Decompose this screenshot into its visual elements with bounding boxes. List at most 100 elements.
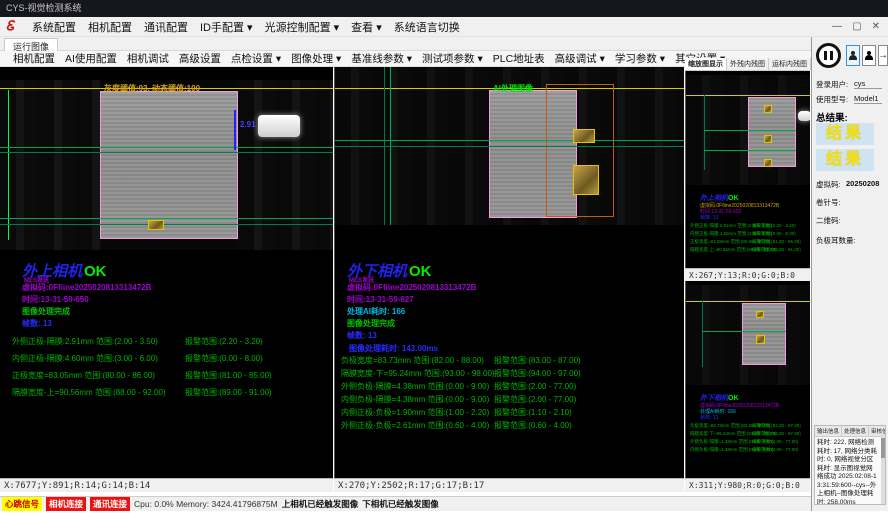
measure-row: 内侧正极-隔膜:4.60mm 范围:(3.00 - 6.00)报警范围:(0.0… bbox=[690, 231, 796, 237]
measure-row: 内侧负极-隔膜=4.38mm 范围:(0.00 - 9.00)报警范围:(2.0… bbox=[690, 447, 798, 453]
pause-icon bbox=[824, 51, 827, 60]
measure-row: 隔膜宽度-下=95.24mm 范围:(93.00 - 98.00) 报警范围:(… bbox=[341, 368, 581, 379]
tool-item-camera-debug[interactable]: 相机调试 bbox=[122, 51, 174, 66]
measure-line-4 bbox=[0, 224, 333, 225]
tab-zoom-display[interactable]: 缩放图显示 bbox=[685, 58, 727, 70]
tab-outer-defect[interactable]: 外残内残图 bbox=[727, 58, 769, 70]
menu-item-light-config[interactable]: 光源控制配置 ▾ bbox=[259, 19, 346, 35]
cpu-memory-text: Cpu: 0.0% Memory: 3424.41796875M bbox=[134, 499, 278, 509]
tab-run-image[interactable]: 运行图像 bbox=[4, 38, 58, 51]
alarm-text: 报警范围:(0.60 - 4.00) bbox=[494, 420, 572, 431]
measure-row: 外侧正极-隔膜:2.91mm 范围:(2.00 - 3.50)报警范围:(2.2… bbox=[690, 223, 796, 229]
close-icon[interactable]: ✕ bbox=[872, 21, 880, 32]
operator-icon bbox=[865, 51, 873, 61]
title-bar: CYS-视觉检测系统 bbox=[0, 0, 888, 17]
tab-mark-defect[interactable]: 运标内残图 bbox=[769, 58, 811, 70]
menu-item-camera-config[interactable]: 相机配置 bbox=[82, 19, 138, 35]
alarm-text: 报警范围:(0.00 - 8.00) bbox=[185, 353, 263, 364]
heartbeat-badge: 心跳信号 bbox=[2, 497, 42, 511]
frame-line: 帧数: 13 bbox=[700, 214, 718, 221]
measure-bracket-blue bbox=[234, 110, 237, 150]
upper-zoom-image[interactable] bbox=[686, 75, 810, 185]
user-button[interactable] bbox=[846, 45, 860, 66]
tool-item-spot-check[interactable]: 点检设置 ▾ bbox=[226, 51, 286, 66]
measure-line-1 bbox=[0, 147, 333, 148]
tab-marker-1 bbox=[764, 105, 772, 113]
measure-text: 外侧正极-隔膜:2.91mm 范围:(2.00 - 3.50) bbox=[690, 223, 752, 229]
lower-camera-coords: X:270;Y:2502;R:17;G:17;B:17 bbox=[334, 478, 684, 492]
app-window: CYS-视觉检测系统 Ꮛ 系统配置 相机配置 通讯配置 ID手配置 ▾ 光源控制… bbox=[0, 0, 888, 522]
operator-button[interactable] bbox=[862, 45, 876, 66]
pause-button[interactable] bbox=[816, 43, 841, 68]
measure-text: 正极宽度=83.05mm 范围:(80.00 - 86.00) bbox=[690, 239, 752, 245]
tool-item-baseline-params[interactable]: 基准线参数 ▾ bbox=[346, 51, 417, 66]
menu-item-comm-config[interactable]: 通讯配置 bbox=[138, 19, 194, 35]
measure-text: 内侧正极-隔膜:4.60mm 范围:(3.00 - 6.00) bbox=[12, 353, 185, 364]
total-result-label: 总结果: bbox=[816, 110, 848, 124]
tool-item-learning-params[interactable]: 学习参数 ▾ bbox=[610, 51, 670, 66]
tool-item-advanced-debug[interactable]: 高级调试 ▾ bbox=[550, 51, 610, 66]
exit-icon: → bbox=[878, 50, 888, 61]
upper-zoom-view: 外上相机OK 虚拟码:0Ffiine2025020813313472B 时间:1… bbox=[685, 71, 810, 268]
lower-zoom-view: 外下相机OK 虚拟码:0Ffiine2025020813313472B 处理AI… bbox=[685, 281, 810, 478]
window-title: CYS-视觉检测系统 bbox=[6, 3, 82, 13]
scrollbar-thumb[interactable] bbox=[881, 438, 885, 458]
electrode-sheet bbox=[748, 97, 796, 167]
separator-roller bbox=[798, 111, 810, 121]
measure-text: 外侧正极-隔膜:2.91mm 范围:(2.00 - 3.50) bbox=[12, 336, 185, 347]
tool-item-plc-address[interactable]: PLC地址表 bbox=[488, 51, 550, 66]
needle-label: 卷针号: bbox=[816, 197, 841, 208]
alarm-text: 报警范围:(2.00 - 77.00) bbox=[752, 439, 798, 445]
maximize-icon[interactable]: ▢ bbox=[852, 21, 861, 32]
tool-item-image-processing[interactable]: 图像处理 ▾ bbox=[286, 51, 346, 66]
exit-button[interactable]: → bbox=[878, 45, 888, 66]
model-value: Model1 bbox=[854, 94, 882, 104]
electrode-sheet bbox=[100, 91, 238, 239]
measure-line-1 bbox=[702, 331, 786, 332]
frame-line: 帧数: 13 bbox=[700, 414, 718, 421]
measure-text: 外侧负极-隔膜=4.38mm 范围:(0.00 - 9.00) bbox=[341, 381, 494, 392]
tab-output-info[interactable]: 输出信息 bbox=[815, 426, 842, 436]
menu-item-system-config[interactable]: 系统配置 bbox=[26, 19, 82, 35]
login-user-value: cys bbox=[854, 79, 882, 89]
tool-item-camera-config[interactable]: 相机配置 bbox=[8, 51, 60, 66]
alarm-text: 报警范围:(83.00 - 87.00) bbox=[752, 423, 801, 429]
qr-label: 二维码: bbox=[816, 215, 841, 226]
log-text: 耗时: 222, 网络检测耗时: 17, 网络分类耗时: 0, 网络视觉分区耗时… bbox=[815, 437, 885, 505]
lower-zoom-image[interactable] bbox=[686, 285, 810, 385]
log-box[interactable]: 输出信息 处理信息 审核信息 耗时: 222, 网络检测耗时: 17, 网络分类… bbox=[814, 425, 886, 505]
electrode-sheet bbox=[742, 303, 786, 365]
log-scrollbar[interactable] bbox=[881, 434, 885, 504]
baseline-yellow bbox=[686, 301, 810, 302]
measure-row: 隔膜宽度-上=90.56mm 范围:(88.00 - 92.00) 报警范围:(… bbox=[12, 387, 272, 398]
tab-marker-1 bbox=[756, 311, 764, 318]
alarm-text: 报警范围:(0.00 - 8.00) bbox=[752, 231, 796, 237]
tool-item-test-params[interactable]: 测试项参数 ▾ bbox=[417, 51, 488, 66]
minimize-icon[interactable]: — bbox=[832, 21, 842, 32]
upper-camera-view: 2.91 灰度阈值:93, 动态阈值:100 外上相机OK MES发送 虚拟码:… bbox=[0, 67, 333, 478]
menu-item-id-config[interactable]: ID手配置 ▾ bbox=[194, 19, 259, 35]
upper-camera-image[interactable]: 2.91 灰度阈值:93, 动态阈值:100 bbox=[0, 80, 333, 250]
menu-item-language[interactable]: 系统语言切换 bbox=[388, 19, 466, 35]
measure-line-1 bbox=[704, 130, 796, 131]
proc-time-line: 图像处理耗时: 143.00ms bbox=[349, 343, 438, 354]
time-line: 时间:13-31-59-627 bbox=[347, 294, 414, 305]
control-panel: → 登录用户: cys 使用型号: Model1 总结果: 结果 结果 虚拟码:… bbox=[811, 37, 888, 511]
tab-marker-1 bbox=[573, 129, 595, 143]
menu-item-view[interactable]: 查看 ▾ bbox=[345, 19, 388, 35]
edge-line-green bbox=[704, 95, 705, 170]
measure-text: 内侧正极-隔膜:4.60mm 范围:(3.00 - 6.00) bbox=[690, 231, 752, 237]
alarm-text: 报警范围:(81.00 - 85.00) bbox=[185, 370, 272, 381]
result-box-upper: 结果 bbox=[816, 123, 874, 145]
alarm-text: 报警范围:(94.00 - 97.00) bbox=[494, 368, 581, 379]
ai-overlay-label: AI处理图像 bbox=[493, 83, 533, 94]
lower-camera-view: AI处理图像 外下相机OK MES发送 虚拟码:0Ffiine202502081… bbox=[334, 67, 684, 478]
tool-item-ai-config[interactable]: AI使用配置 bbox=[60, 51, 122, 66]
tool-item-advanced-settings[interactable]: 高级设置 bbox=[174, 51, 226, 66]
measure-row: 内侧正极-负极=1.90mm 范围:(1.00 - 2.20) 报警范围:(1.… bbox=[341, 407, 572, 418]
alarm-text: 报警范围:(2.00 - 77.00) bbox=[752, 447, 798, 453]
lower-camera-image[interactable]: AI处理图像 bbox=[335, 67, 684, 225]
measure-row: 隔膜宽度-上=90.56mm 范围:(88.00 - 92.00)报警范围:(8… bbox=[690, 247, 801, 253]
tab-process-info[interactable]: 处理信息 bbox=[842, 426, 869, 436]
app-logo-icon: Ꮛ bbox=[6, 20, 19, 33]
